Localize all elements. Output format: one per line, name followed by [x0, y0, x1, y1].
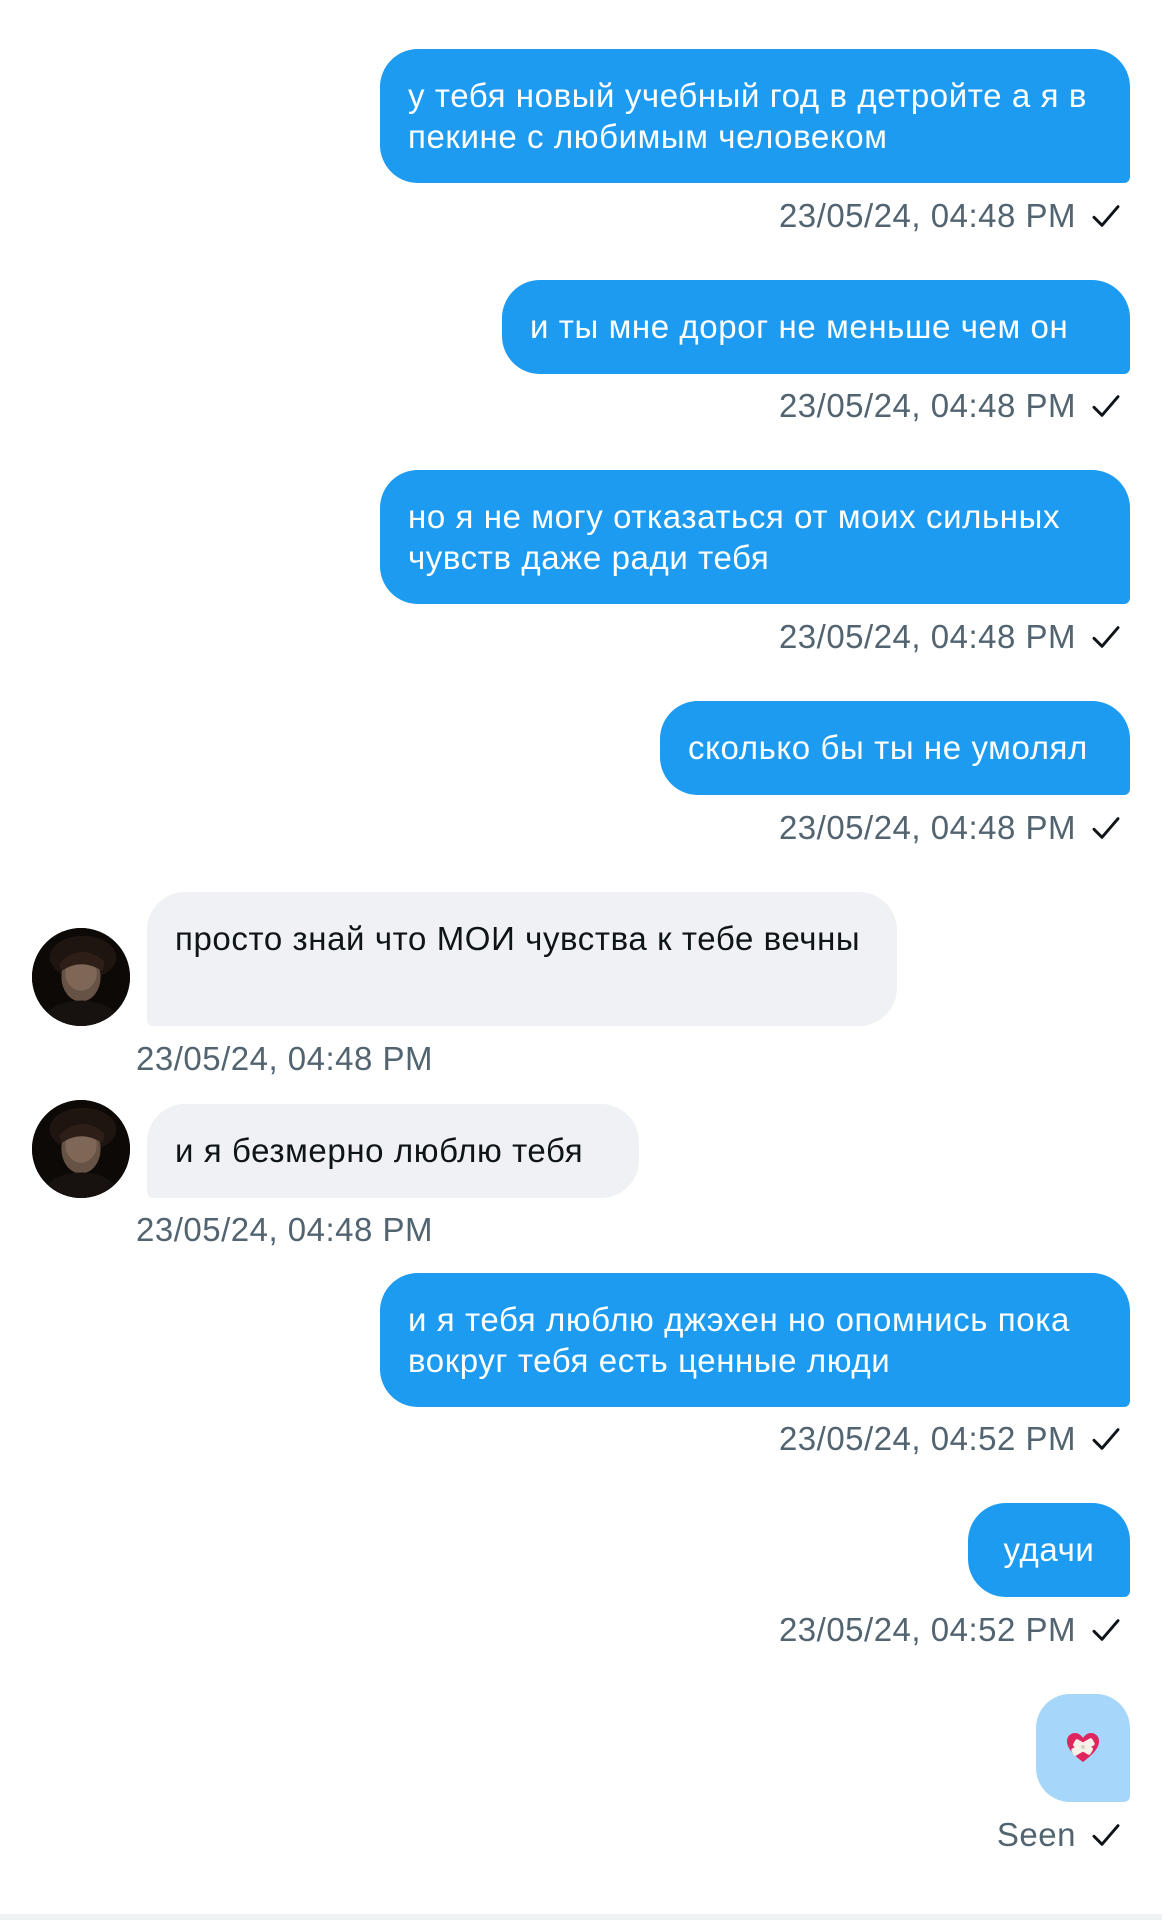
- incoming-message[interactable]: просто знай что МОИ чувства к тебе вечны: [147, 892, 897, 1026]
- message-text: но я не могу отказаться от моих сильных …: [408, 498, 1061, 576]
- timestamp-text: 23/05/24, 04:48 PM: [778, 387, 1076, 424]
- message-timestamp: 23/05/24, 04:48 PM: [779, 617, 1122, 657]
- timestamp-text: 23/05/24, 04:48 PM: [778, 197, 1076, 234]
- seen-status: Seen: [997, 1815, 1122, 1855]
- heart-bandaged-icon: [1067, 1733, 1099, 1762]
- check-icon: [1092, 1428, 1120, 1450]
- incoming-message[interactable]: и я безмерно люблю тебя: [147, 1104, 639, 1198]
- seen-label: Seen: [996, 1816, 1076, 1853]
- message-text: просто знай что МОИ чувства к тебе вечны: [175, 920, 861, 957]
- check-icon: [1092, 205, 1120, 227]
- message-timestamp: 23/05/24, 04:48 PM: [779, 386, 1122, 426]
- contact-avatar[interactable]: [32, 928, 130, 1026]
- avatar-photo: [32, 928, 130, 1026]
- outgoing-message[interactable]: и я тебя люблю джэхен но опомнись пока в…: [380, 1273, 1130, 1407]
- check-icon: [1092, 817, 1120, 839]
- timestamp-text: 23/05/24, 04:48 PM: [778, 618, 1076, 655]
- message-text: у тебя новый учебный год в детройте а я …: [408, 77, 1087, 155]
- emoji-message[interactable]: [1036, 1694, 1130, 1802]
- message-text: и ты мне дорог не меньше чем он: [530, 308, 1069, 345]
- timestamp-text: 23/05/24, 04:48 PM: [136, 1211, 434, 1248]
- message-timestamp: 23/05/24, 04:52 PM: [779, 1419, 1122, 1459]
- outgoing-message[interactable]: сколько бы ты не умолял: [660, 701, 1130, 795]
- timestamp-text: 23/05/24, 04:48 PM: [136, 1040, 434, 1077]
- check-icon: [1092, 1824, 1120, 1846]
- timestamp-text: 23/05/24, 04:52 PM: [778, 1420, 1076, 1457]
- message-thread: у тебя новый учебный год в детройте а я …: [0, 0, 1162, 1920]
- outgoing-message[interactable]: и ты мне дорог не меньше чем он: [502, 280, 1130, 374]
- message-text: и я тебя люблю джэхен но опомнись пока в…: [408, 1301, 1070, 1379]
- message-timestamp: 23/05/24, 04:48 PM: [136, 1210, 433, 1250]
- message-timestamp: 23/05/24, 04:52 PM: [779, 1610, 1122, 1650]
- check-icon: [1092, 1619, 1120, 1641]
- outgoing-message[interactable]: но я не могу отказаться от моих сильных …: [380, 470, 1130, 604]
- message-timestamp: 23/05/24, 04:48 PM: [136, 1039, 433, 1079]
- message-text: и я безмерно люблю тебя: [175, 1132, 584, 1169]
- message-text: сколько бы ты не умолял: [688, 729, 1088, 766]
- message-text: удачи: [1003, 1531, 1095, 1568]
- check-icon: [1092, 626, 1120, 648]
- check-icon: [1092, 395, 1120, 417]
- contact-avatar[interactable]: [32, 1100, 130, 1198]
- outgoing-message[interactable]: удачи: [968, 1503, 1130, 1597]
- outgoing-message[interactable]: у тебя новый учебный год в детройте а я …: [380, 49, 1130, 183]
- timestamp-text: 23/05/24, 04:52 PM: [778, 1611, 1076, 1648]
- message-timestamp: 23/05/24, 04:48 PM: [779, 196, 1122, 236]
- message-timestamp: 23/05/24, 04:48 PM: [779, 808, 1122, 848]
- composer-divider: [0, 1914, 1162, 1920]
- avatar-photo: [32, 1100, 130, 1198]
- timestamp-text: 23/05/24, 04:48 PM: [778, 809, 1076, 846]
